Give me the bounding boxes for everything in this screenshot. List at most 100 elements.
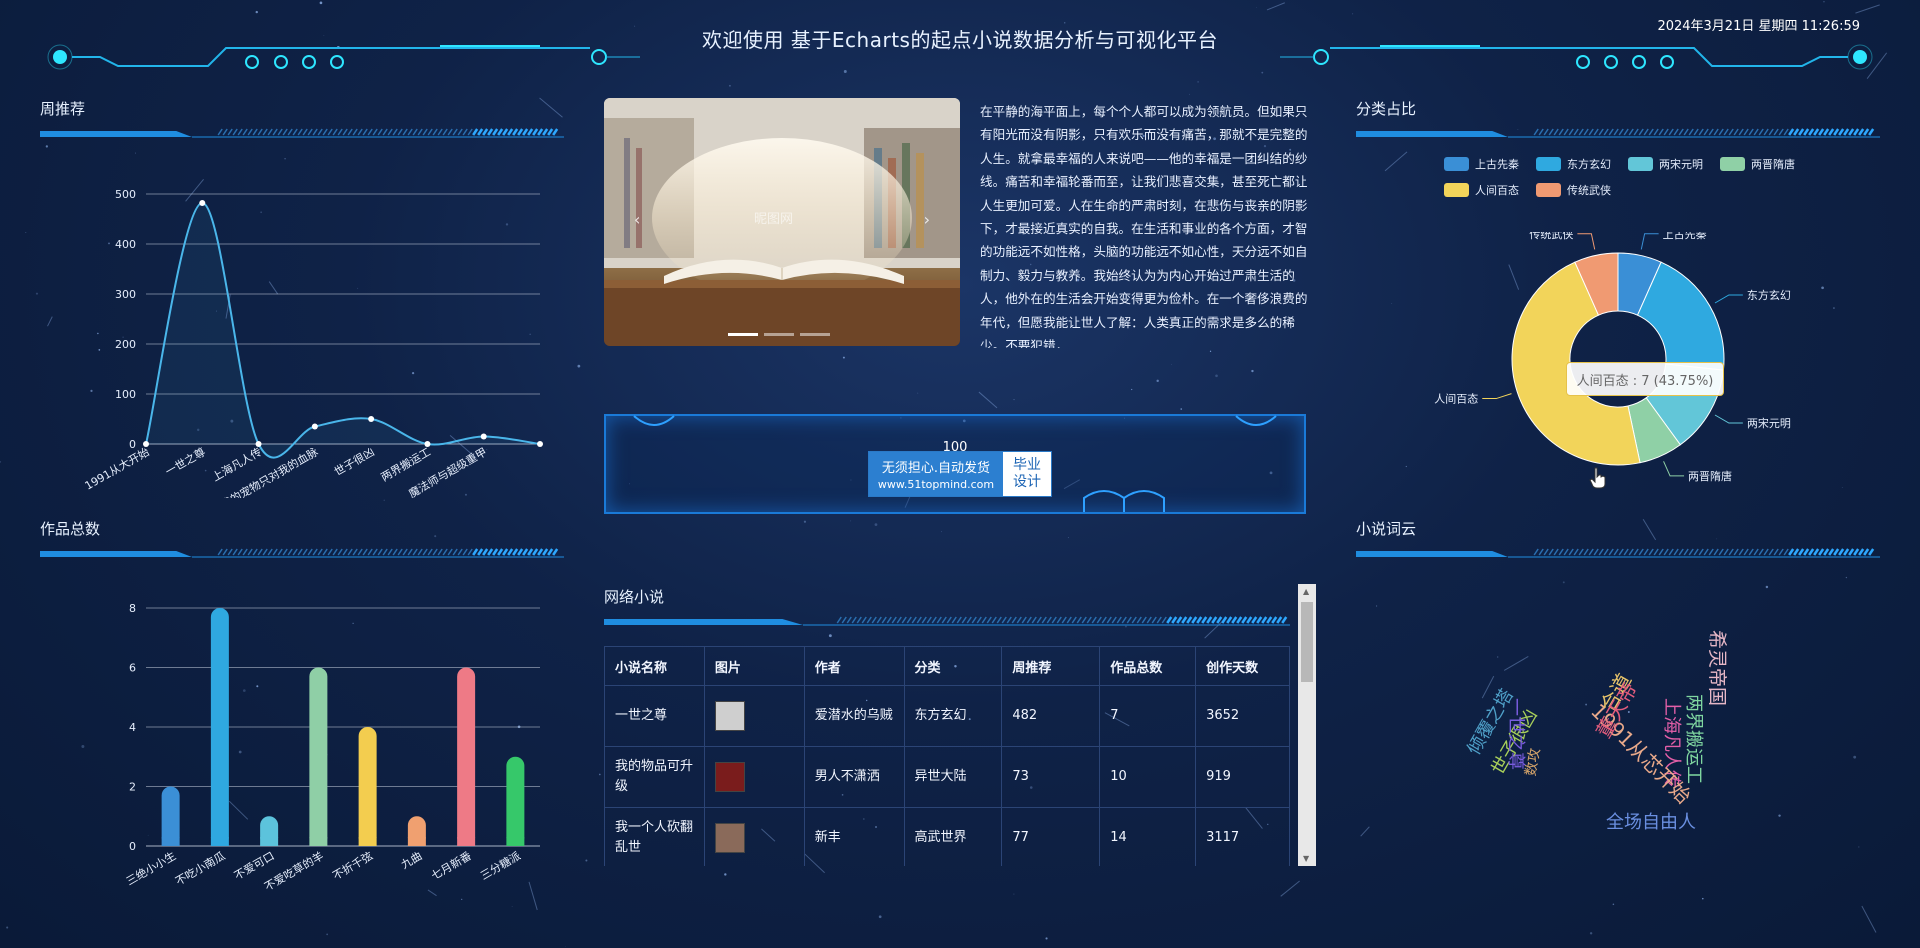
star xyxy=(284,158,286,160)
bar[interactable] xyxy=(210,608,229,846)
panel-title: 小说词云 xyxy=(1356,520,1417,538)
novel-cover-thumbnail[interactable] xyxy=(714,823,745,853)
title-bar-hatch xyxy=(1628,128,1634,136)
title-bar-hatch xyxy=(282,548,288,556)
title-bar-hatch xyxy=(1548,128,1554,136)
title-bar-hatch xyxy=(1823,548,1830,556)
novel-cover-thumbnail[interactable] xyxy=(714,762,745,792)
legend-item[interactable]: 人间百态 xyxy=(1444,182,1536,198)
x-tick-label: 三分糖派 xyxy=(478,848,523,882)
title-bar-hatch xyxy=(886,616,892,624)
line-point[interactable] xyxy=(368,416,375,422)
line-point[interactable] xyxy=(480,433,487,440)
title-bar-hatch xyxy=(1778,548,1784,556)
legend-item[interactable]: 两晋隋唐 xyxy=(1720,156,1812,172)
line-point[interactable] xyxy=(311,423,318,430)
y-tick-label: 200 xyxy=(115,338,136,351)
carousel-next-arrow[interactable]: › xyxy=(924,210,930,229)
legend-item[interactable]: 上古先秦 xyxy=(1444,156,1536,172)
title-bar-hatch xyxy=(951,616,957,624)
x-tick-label: 九曲 xyxy=(399,849,425,871)
title-bar-hatch xyxy=(262,548,268,556)
title-bar-hatch xyxy=(1688,128,1694,136)
table-row[interactable]: 我一个人砍翻乱世 新丰 高武世界 77 14 3117 xyxy=(604,807,1290,866)
line-point[interactable] xyxy=(537,441,543,447)
star xyxy=(1171,363,1172,365)
star xyxy=(850,520,852,522)
title-bar-hatch xyxy=(1643,548,1649,556)
carousel-dot[interactable] xyxy=(764,333,794,336)
title-bar-hatch xyxy=(492,548,499,556)
title-bar-hatch xyxy=(1563,128,1569,136)
title-bar-hatch xyxy=(1668,128,1674,136)
ad-right1: 毕业 xyxy=(1013,457,1041,473)
legend-label: 两晋隋唐 xyxy=(1751,158,1795,171)
title-bar-hatch xyxy=(332,128,338,136)
legend-item[interactable]: 传统武侠 xyxy=(1536,182,1628,198)
table-scrollbar[interactable]: ▲ ▼ xyxy=(1298,584,1316,866)
title-bar-hatch xyxy=(272,548,278,556)
word-cloud-word[interactable]: 数攻 xyxy=(1520,746,1545,777)
legend-item[interactable]: 两宋元明 xyxy=(1628,156,1720,172)
novel-cover-thumbnail[interactable] xyxy=(714,701,745,731)
title-bar-hatch xyxy=(861,616,867,624)
title-bar-hatch xyxy=(906,616,912,624)
title-bar-hatch xyxy=(1838,548,1845,556)
title-bar-hatch xyxy=(1613,128,1619,136)
title-bar-hatch xyxy=(866,616,872,624)
title-bar-hatch xyxy=(1678,548,1684,556)
title-bar-hatch xyxy=(1166,616,1173,624)
legend-swatch xyxy=(1444,183,1469,197)
title-bar-hatch xyxy=(1046,616,1052,624)
title-bar-hatch xyxy=(1151,616,1157,624)
title-bar-hatch xyxy=(1758,128,1764,136)
star xyxy=(1013,399,1015,401)
col-header: 小说名称 xyxy=(604,646,705,686)
scroll-up-icon[interactable]: ▲ xyxy=(1303,587,1309,596)
bar[interactable] xyxy=(506,756,525,846)
title-bar-hatch xyxy=(1678,128,1684,136)
title-bar-hatch xyxy=(1858,548,1865,556)
word-cloud-word[interactable]: 希灵帝国 xyxy=(1705,630,1732,706)
title-bar-hatch xyxy=(1051,616,1057,624)
cell-category: 高武世界 xyxy=(903,807,1003,866)
bar[interactable] xyxy=(457,667,476,847)
star-link xyxy=(1280,880,1300,897)
legend-label: 传统武侠 xyxy=(1567,184,1611,197)
bar[interactable] xyxy=(358,727,377,846)
star xyxy=(565,946,566,947)
title-bar-hatch xyxy=(981,616,987,624)
cell-image xyxy=(703,807,805,866)
title-bar-hatch xyxy=(1583,548,1589,556)
scroll-thumb[interactable] xyxy=(1301,602,1313,682)
legend-item[interactable]: 东方玄幻 xyxy=(1536,156,1628,172)
carousel-prev-arrow[interactable]: ‹ xyxy=(634,210,640,229)
title-bar-hatch xyxy=(1853,128,1860,136)
line-point[interactable] xyxy=(199,200,206,206)
title-bar-hatch xyxy=(432,128,438,136)
title-bar-hatch xyxy=(1768,548,1774,556)
title-bar-hatch xyxy=(1788,128,1795,136)
bar[interactable] xyxy=(309,667,328,847)
legend-label: 人间百态 xyxy=(1475,184,1519,197)
title-bar-hatch xyxy=(382,548,388,556)
title-bar-hatch xyxy=(447,128,453,136)
title-bar-hatch xyxy=(1613,548,1619,556)
table-row[interactable]: 我的物品可升级 男人不潇洒 异世大陆 73 10 919 xyxy=(604,746,1290,808)
pie-label: 东方玄幻 xyxy=(1747,288,1791,302)
title-bar-hatch xyxy=(462,548,468,556)
ad-badge[interactable]: 无须担心.自动发货 www.51topmind.com 毕业 设计 xyxy=(868,451,1052,497)
legend-label: 东方玄幻 xyxy=(1567,158,1611,171)
col-header: 作品总数 xyxy=(1099,646,1197,686)
title-bar-hatch xyxy=(1206,616,1213,624)
word-cloud-word[interactable]: 全场自由人 xyxy=(1606,808,1696,834)
title-bar-hatch xyxy=(1558,128,1564,136)
carousel-dot[interactable] xyxy=(728,333,758,336)
table-row[interactable]: 一世之尊 爱潜水的乌贼 东方玄幻 482 7 3652 xyxy=(604,685,1290,747)
title-bar-hatch xyxy=(946,616,952,624)
image-carousel[interactable]: ‹ › 昵图网 xyxy=(604,98,960,346)
carousel-dot[interactable] xyxy=(800,333,830,336)
scroll-down-icon[interactable]: ▼ xyxy=(1303,854,1309,863)
title-bar-hatch xyxy=(1071,616,1077,624)
cell-image xyxy=(703,746,805,808)
